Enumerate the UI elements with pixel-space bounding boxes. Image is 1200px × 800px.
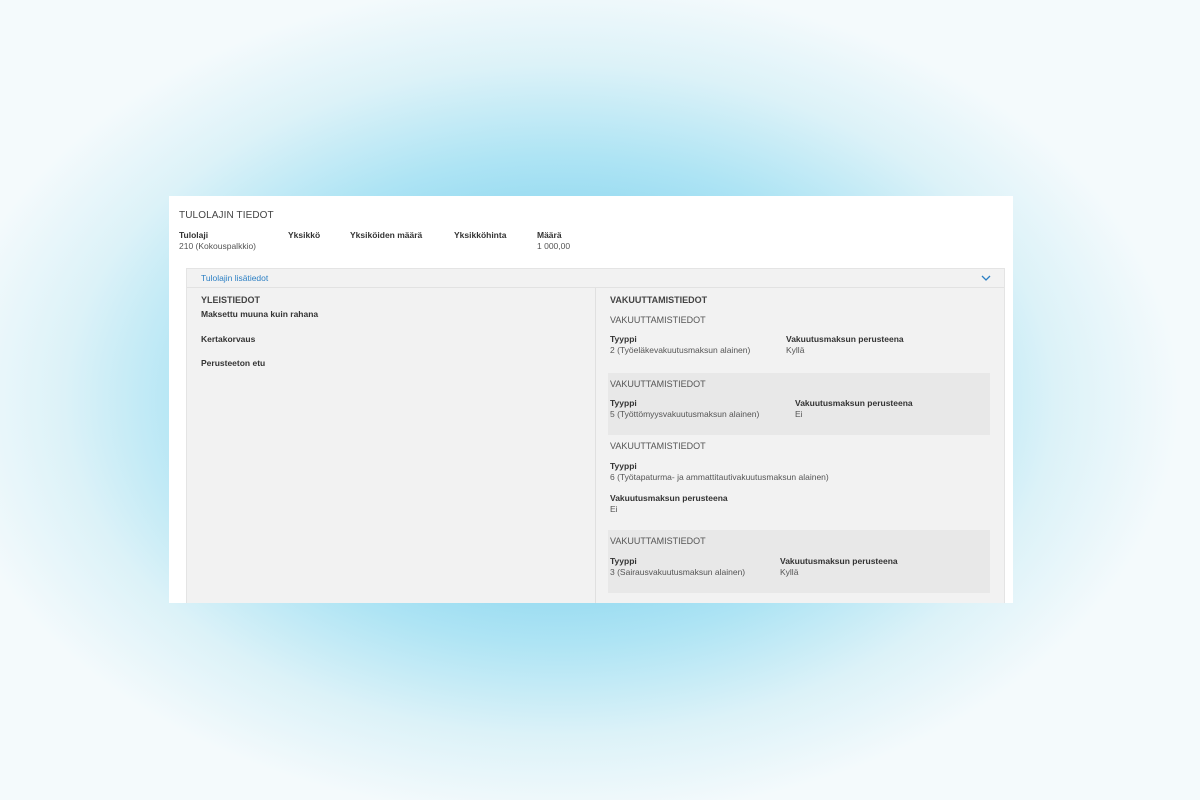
insurance-info-heading: VAKUUTTAMISTIEDOT xyxy=(610,295,708,305)
section-title: TULOLAJIN TIEDOT xyxy=(179,210,274,221)
summary-col-unit: Yksikkö xyxy=(288,230,321,240)
insurance-block: VAKUUTTAMISTIEDOT Tyyppi 5 (Työttömyysva… xyxy=(608,373,990,435)
summary-col-amount: Määrä 1 000,00 xyxy=(537,230,571,251)
insurance-block: VAKUUTTAMISTIEDOT Tyyppi 3 (Sairausvakuu… xyxy=(608,530,990,593)
accordion-header[interactable]: Tulolajin lisätiedot xyxy=(187,269,1004,288)
insurance-block: VAKUUTTAMISTIEDOT Tyyppi 6 (Työtapaturma… xyxy=(610,441,829,514)
insurance-block: VAKUUTTAMISTIEDOT Tyyppi 2 (Työeläkevaku… xyxy=(610,315,904,355)
summary-col-unit-count: Yksiköiden määrä xyxy=(350,230,423,240)
general-info: YLEISTIEDOT Maksettu muuna kuin rahana K… xyxy=(201,295,591,368)
summary-col-income-type: Tulolaji 210 (Kokouspalkkio) xyxy=(179,230,257,251)
general-item: Kertakorvaus xyxy=(201,334,256,344)
accordion-title[interactable]: Tulolajin lisätiedot xyxy=(201,273,268,283)
general-info-heading: YLEISTIEDOT xyxy=(201,295,261,305)
income-type-panel: TULOLAJIN TIEDOT Tulolaji 210 (Kokouspal… xyxy=(169,196,1013,603)
column-divider xyxy=(595,288,596,603)
general-item: Perusteeton etu xyxy=(201,358,266,368)
chevron-down-icon[interactable] xyxy=(980,272,992,284)
additional-details-accordion: Tulolajin lisätiedot YLEISTIEDOT Maksett… xyxy=(186,268,1005,603)
summary-col-unit-price: Yksikköhinta xyxy=(454,230,507,240)
general-item: Maksettu muuna kuin rahana xyxy=(201,309,319,319)
